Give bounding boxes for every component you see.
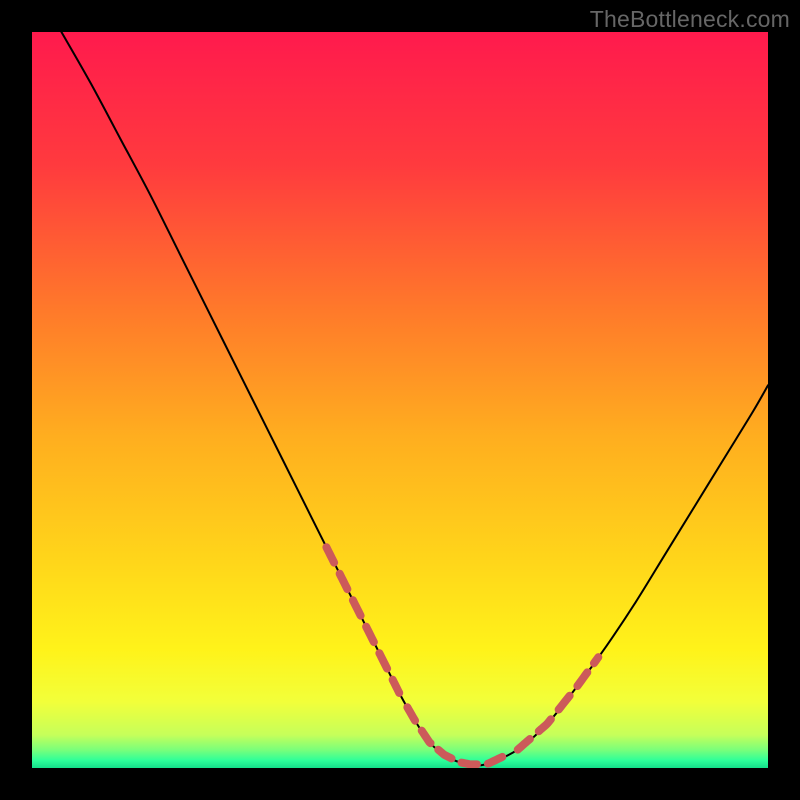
bottleneck-chart (32, 32, 768, 768)
chart-frame: TheBottleneck.com (0, 0, 800, 800)
plot-area (32, 32, 768, 768)
dash-segment (461, 763, 476, 765)
dash-segment (594, 657, 598, 663)
gradient-background (32, 32, 768, 768)
watermark-text: TheBottleneck.com (590, 6, 790, 33)
